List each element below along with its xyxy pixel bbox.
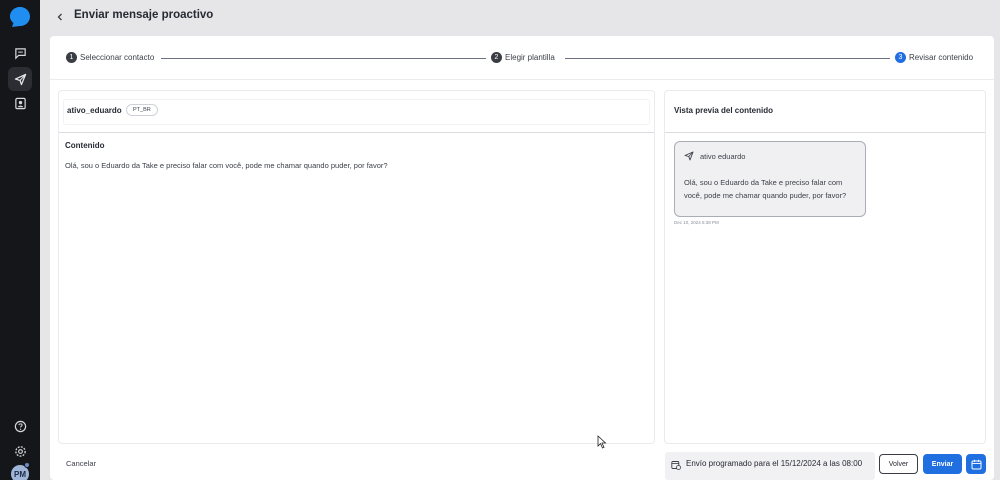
step-number: 2 — [491, 52, 502, 63]
help-icon — [14, 420, 26, 432]
sidebar-item-contacts[interactable] — [8, 91, 32, 115]
sidebar: PM — [0, 0, 40, 480]
chevron-left-icon — [57, 13, 62, 21]
step-connector — [565, 58, 890, 59]
chat-icon — [14, 47, 26, 60]
template-name: ativo_eduardo — [67, 106, 122, 115]
step-choose-template[interactable]: 2 Elegir plantilla — [491, 52, 555, 63]
template-panel: ativo_eduardo PT_BR Contenido Olá, sou o… — [58, 90, 655, 444]
back-button[interactable] — [52, 9, 68, 25]
preview-title: Vista previa del contenido — [674, 106, 773, 115]
stepper: 1 Seleccionar contacto 2 Elegir plantill… — [50, 36, 994, 80]
language-badge: PT_BR — [126, 104, 158, 116]
step-number: 3 — [895, 52, 906, 63]
step-select-contact[interactable]: 1 Seleccionar contacto — [66, 52, 154, 63]
contacts-icon — [14, 97, 26, 109]
bubble-message: Olá, sou o Eduardo da Take e preciso fal… — [684, 178, 847, 200]
topbar: Enviar mensaje proactivo — [40, 0, 1000, 34]
message-timestamp: Dec 10, 2024 5:38 PM — [674, 220, 719, 225]
step-label: Seleccionar contacto — [80, 53, 155, 62]
template-header: ativo_eduardo PT_BR — [59, 91, 654, 133]
cancel-button[interactable]: Cancelar — [66, 459, 96, 468]
step-label: Elegir plantilla — [505, 53, 555, 62]
schedule-text: Envío programado para el 15/12/2024 a la… — [686, 459, 863, 468]
preview-header: Vista previa del contenido — [665, 91, 985, 133]
content-text: Olá, sou o Eduardo da Take e preciso fal… — [65, 161, 388, 170]
bubble-sender: ativo eduardo — [700, 152, 746, 161]
page-title: Enviar mensaje proactivo — [74, 9, 214, 21]
mouse-cursor-icon — [597, 435, 607, 449]
avatar-status-dot — [24, 462, 30, 468]
step-number: 1 — [66, 52, 77, 63]
message-bubble: ativo eduardo Olá, sou o Eduardo da Take… — [674, 141, 866, 217]
settings-icon — [14, 445, 26, 457]
sidebar-item-chats[interactable] — [8, 41, 32, 65]
send-icon — [14, 73, 26, 85]
main-card: 1 Seleccionar contacto 2 Elegir plantill… — [50, 36, 994, 480]
calendar-clock-icon — [671, 461, 681, 470]
logo-icon[interactable] — [9, 6, 31, 28]
step-review-content[interactable]: 3 Revisar contenido — [895, 52, 973, 63]
sidebar-item-settings[interactable] — [8, 439, 32, 463]
schedule-info: Envío programado para el 15/12/2024 a la… — [665, 452, 875, 480]
send-button[interactable]: Enviar — [923, 454, 962, 474]
sidebar-item-help[interactable] — [8, 414, 32, 438]
back-step-button[interactable]: Volver — [879, 454, 918, 474]
schedule-button[interactable] — [966, 454, 986, 474]
content-label: Contenido — [65, 141, 105, 150]
calendar-icon — [971, 459, 981, 469]
preview-panel: Vista previa del contenido ativo eduardo… — [664, 90, 986, 444]
step-connector — [161, 58, 486, 59]
footer: Cancelar Envío programado para el 15/12/… — [50, 448, 994, 480]
sidebar-item-proactive[interactable] — [8, 67, 32, 91]
send-icon — [684, 151, 694, 161]
step-label: Revisar contenido — [909, 53, 974, 62]
